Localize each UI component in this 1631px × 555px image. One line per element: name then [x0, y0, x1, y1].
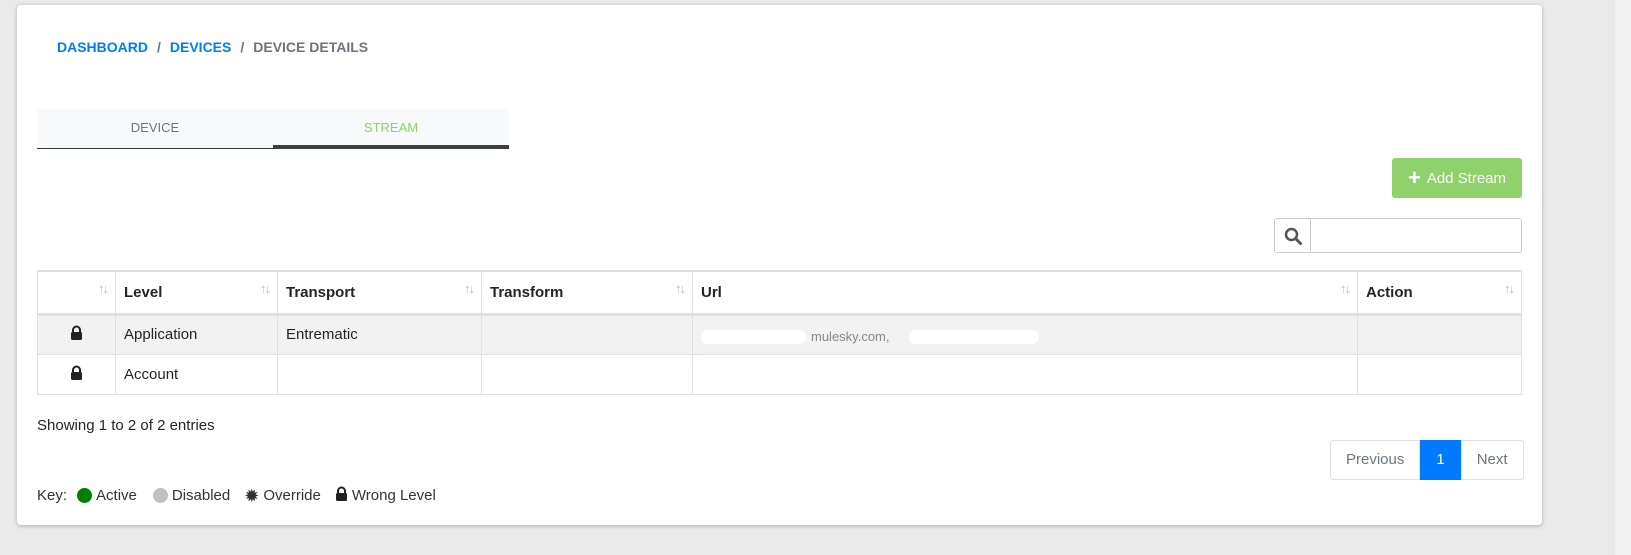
cell-action — [1357, 353, 1522, 395]
disabled-dot-icon — [152, 488, 168, 503]
page-1-button[interactable]: 1 — [1420, 440, 1461, 480]
table-row: Application Entrematic mulesky.com, — [37, 313, 1522, 355]
streams-table: ↑↓ Level ↑↓ Transport ↑↓ Transform ↑↓ Url ↑↓… — [37, 270, 1522, 395]
active-dot-icon — [77, 488, 93, 503]
column-header-url[interactable]: Url ↑↓ — [692, 270, 1358, 316]
add-stream-label: Add Stream — [1426, 169, 1507, 187]
cell-url — [692, 353, 1358, 395]
tab-stream[interactable]: STREAM — [273, 109, 509, 149]
cell-transform — [481, 313, 693, 355]
breadcrumb: DASHBOARD / DEVICES / DEVICE DETAILS — [57, 39, 368, 55]
key-disabled: Disabled — [171, 487, 231, 504]
key-override: Override — [263, 487, 321, 504]
url-text: mulesky.com, — [811, 329, 890, 344]
badge-icon: ✹ — [244, 485, 260, 506]
cell-level: Account — [115, 353, 278, 395]
breadcrumb-dashboard[interactable]: DASHBOARD — [57, 39, 148, 55]
tab-device[interactable]: DEVICE — [37, 109, 273, 149]
lock-icon — [335, 486, 348, 505]
cell-url: mulesky.com, — [692, 313, 1358, 355]
column-header-transport[interactable]: Transport ↑↓ — [277, 270, 482, 316]
cell-transform — [481, 353, 693, 395]
scrollbar[interactable] — [1615, 0, 1631, 555]
previous-button[interactable]: Previous — [1330, 440, 1421, 480]
search-input[interactable] — [1311, 218, 1522, 253]
breadcrumb-separator: / — [240, 39, 245, 55]
key-label: Key: — [37, 487, 68, 504]
table-info: Showing 1 to 2 of 2 entries — [37, 417, 215, 434]
sort-icon[interactable]: ↑↓ — [1340, 281, 1351, 296]
column-header-status[interactable]: ↑↓ — [37, 270, 116, 316]
breadcrumb-current: DEVICE DETAILS — [253, 39, 369, 55]
cell-level: Application — [115, 313, 278, 355]
sort-icon[interactable]: ↑↓ — [1504, 281, 1515, 296]
table-row: Account — [37, 353, 1522, 395]
sort-icon[interactable]: ↑↓ — [98, 281, 109, 296]
key-active: Active — [96, 487, 137, 504]
plus-icon: + — [1407, 165, 1421, 190]
breadcrumb-separator: / — [157, 39, 161, 55]
search-box — [1274, 218, 1522, 253]
column-header-level[interactable]: Level ↑↓ — [115, 270, 278, 316]
lock-icon — [37, 353, 116, 395]
pagination: Previous 1 Next — [1330, 440, 1524, 480]
column-header-action[interactable]: Action ↑↓ — [1357, 270, 1522, 316]
cell-transport — [277, 353, 482, 395]
sort-icon[interactable]: ↑↓ — [260, 281, 271, 296]
breadcrumb-devices[interactable]: DEVICES — [170, 39, 231, 55]
sort-icon[interactable]: ↑↓ — [464, 281, 475, 296]
add-stream-button[interactable]: + Add Stream — [1392, 158, 1522, 198]
cell-transport: Entrematic — [277, 313, 482, 355]
device-details-card: DASHBOARD / DEVICES / DEVICE DETAILS DEVICE … — [17, 5, 1542, 525]
sort-icon[interactable]: ↑↓ — [675, 281, 686, 296]
next-button[interactable]: Next — [1460, 440, 1524, 480]
legend-key: Key: Active Disabled ✹ Override Wrong Lev… — [37, 486, 436, 505]
search-icon[interactable] — [1274, 218, 1311, 253]
key-wrong-level: Wrong Level — [351, 487, 436, 504]
cell-action — [1357, 313, 1522, 355]
tabs: DEVICE STREAM — [37, 109, 509, 149]
column-header-transform[interactable]: Transform ↑↓ — [481, 270, 693, 316]
lock-icon — [37, 313, 116, 355]
